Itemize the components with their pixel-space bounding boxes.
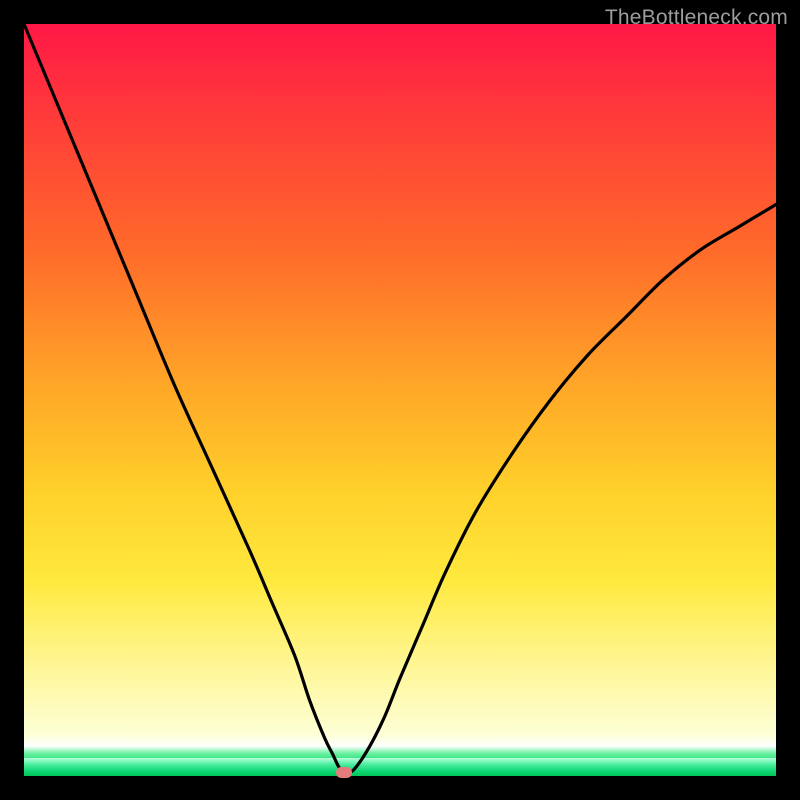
chart-frame: TheBottleneck.com [0, 0, 800, 800]
green-zone [24, 758, 776, 776]
watermark-text: TheBottleneck.com [605, 6, 788, 30]
plot-area [24, 24, 776, 776]
optimal-marker [336, 767, 352, 778]
